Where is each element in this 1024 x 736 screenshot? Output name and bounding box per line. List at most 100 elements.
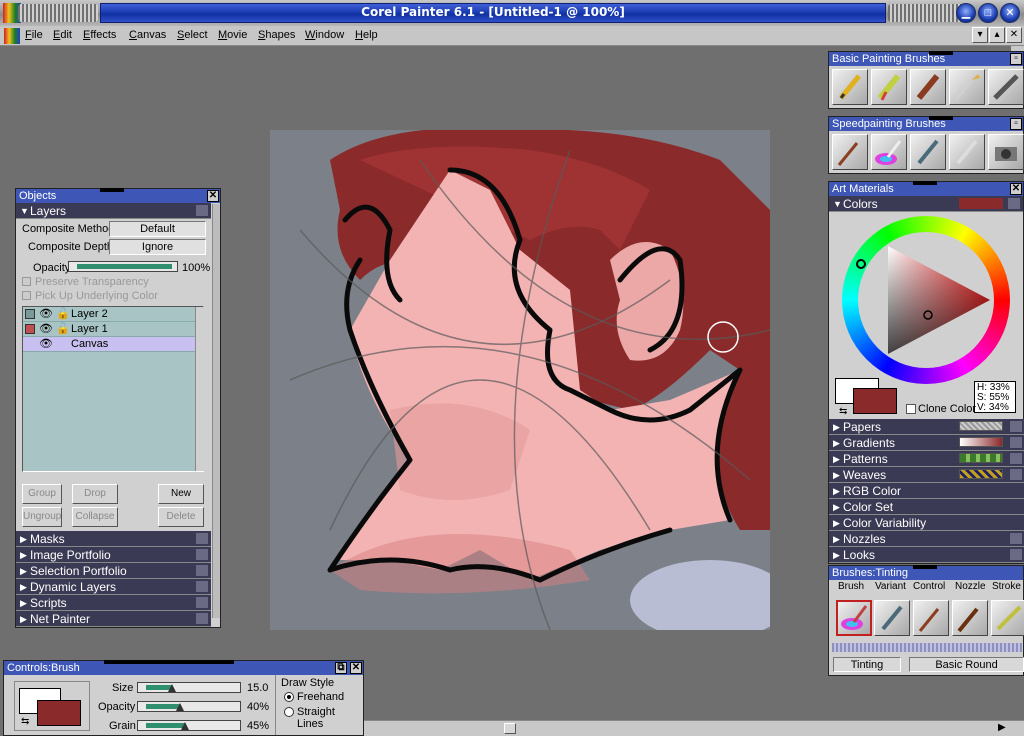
doc-icon[interactable] xyxy=(4,28,20,44)
scripts-section[interactable]: ▶ Scripts xyxy=(16,595,211,611)
pen-brush-icon[interactable] xyxy=(874,600,910,636)
menu-shapes[interactable]: Shapes xyxy=(258,29,295,41)
lock-icon[interactable]: 🔓 xyxy=(56,322,70,335)
grain-slider[interactable] xyxy=(137,720,241,731)
layers-menu-icon[interactable] xyxy=(196,205,208,216)
round-brush-icon[interactable] xyxy=(913,600,949,636)
section-menu-icon[interactable] xyxy=(1010,453,1022,464)
layer-list-scrollbar[interactable] xyxy=(195,307,204,471)
airbrush-icon[interactable] xyxy=(988,69,1024,105)
layer-row-selected[interactable]: 👁 Canvas xyxy=(23,337,198,352)
doc-close-icon[interactable]: ✕ xyxy=(1006,27,1022,43)
layers-section-header[interactable]: ▼ Layers xyxy=(16,203,211,219)
section-menu-icon[interactable] xyxy=(196,597,208,608)
brush-opacity-slider[interactable] xyxy=(137,701,241,712)
lock-icon[interactable]: 🔓 xyxy=(56,307,70,320)
drop-button[interactable]: Drop xyxy=(72,484,118,504)
section-menu-icon[interactable] xyxy=(196,581,208,592)
palette-knife-icon[interactable] xyxy=(991,600,1024,636)
section-menu-icon[interactable] xyxy=(196,533,208,544)
oil-brush-icon[interactable] xyxy=(949,69,985,105)
menu-help[interactable]: Help xyxy=(355,29,378,41)
pick-up-underlying-checkbox[interactable] xyxy=(22,291,31,300)
color-wheel[interactable] xyxy=(842,216,1010,384)
brush-opacity-thumb[interactable] xyxy=(176,703,184,711)
horizontal-scrollbar[interactable]: ▶ xyxy=(364,720,1024,736)
objects-close-icon[interactable]: ✕ xyxy=(207,190,219,202)
saturation-value-triangle[interactable] xyxy=(842,216,1010,384)
looks-section[interactable]: ▶ Looks xyxy=(829,547,1024,563)
delete-layer-button[interactable]: Delete xyxy=(158,507,204,527)
nozzles-section[interactable]: ▶ Nozzles xyxy=(829,531,1024,547)
variant-name-field[interactable]: Basic Round xyxy=(909,657,1024,672)
group-button[interactable]: Group xyxy=(22,484,62,504)
net-painter-section[interactable]: ▶ Net Painter xyxy=(16,611,211,627)
objects-palette-header[interactable]: Objects ✕ xyxy=(16,188,220,203)
selection-portfolio-section[interactable]: ▶ Selection Portfolio xyxy=(16,563,211,579)
minimize-icon[interactable]: ▁ xyxy=(956,3,976,23)
image-portfolio-section[interactable]: ▶ Image Portfolio xyxy=(16,547,211,563)
tinting-brush-selected-icon[interactable] xyxy=(836,600,872,636)
menu-select[interactable]: Select xyxy=(177,29,208,41)
layer-opacity-slider[interactable] xyxy=(68,261,178,272)
composite-depth-select[interactable]: Ignore xyxy=(109,239,206,255)
masks-section[interactable]: ▶ Masks xyxy=(16,531,211,547)
controls-primary-swatch[interactable] xyxy=(37,700,81,726)
eye-icon[interactable]: 👁 xyxy=(39,322,53,335)
controls-close-icon[interactable]: ✕ xyxy=(350,662,362,674)
controls-restore-icon[interactable]: ⧉ xyxy=(335,662,347,674)
close-icon[interactable]: ✕ xyxy=(1000,3,1020,23)
brush-tab[interactable]: Brush xyxy=(838,581,864,592)
brush-scroll-strip[interactable] xyxy=(832,643,1022,652)
oil-brush-icon[interactable] xyxy=(952,600,988,636)
pen-brush-icon[interactable] xyxy=(910,134,946,170)
eye-icon[interactable]: 👁 xyxy=(39,307,53,320)
section-menu-icon[interactable] xyxy=(1010,533,1022,544)
section-menu-icon[interactable] xyxy=(1010,549,1022,560)
size-slider[interactable] xyxy=(137,682,241,693)
stroke-tab[interactable]: Stroke xyxy=(992,581,1021,592)
section-menu-icon[interactable] xyxy=(196,565,208,576)
composite-method-select[interactable]: Default xyxy=(109,221,206,237)
menu-edit[interactable]: Edit xyxy=(53,29,72,41)
menu-canvas[interactable]: Canvas xyxy=(129,29,166,41)
colors-section-header[interactable]: ▼ Colors xyxy=(829,196,1023,212)
section-menu-icon[interactable] xyxy=(1010,421,1022,432)
palette-scrollbar[interactable] xyxy=(212,204,220,618)
swap-colors-icon[interactable]: ⇆ xyxy=(21,716,29,727)
swap-colors-icon[interactable]: ⇆ xyxy=(839,406,847,417)
preserve-transparency-checkbox[interactable] xyxy=(22,277,31,286)
art-materials-close-icon[interactable]: ✕ xyxy=(1010,183,1022,195)
ungroup-button[interactable]: Ungroup xyxy=(22,507,62,527)
menu-window[interactable]: Window xyxy=(305,29,344,41)
menu-file[interactable]: File xyxy=(25,29,43,41)
drawing-canvas[interactable] xyxy=(270,130,770,630)
layer-list[interactable]: 👁 🔓 Layer 2 👁 🔓 Layer 1 👁 Canvas xyxy=(22,306,204,472)
pencil-brush-icon[interactable] xyxy=(832,69,868,105)
nozzle-tab[interactable]: Nozzle xyxy=(955,581,986,592)
art-materials-header[interactable]: Art Materials ✕ xyxy=(829,181,1023,196)
brush-name-field[interactable]: Tinting xyxy=(833,657,901,672)
vertical-scrollbar[interactable] xyxy=(1011,46,1024,51)
layer-row[interactable]: 👁 🔓 Layer 2 xyxy=(23,307,198,322)
scroll-right-icon[interactable]: ▶ xyxy=(998,722,1006,733)
eye-icon[interactable]: 👁 xyxy=(39,337,53,350)
clone-color-checkbox[interactable] xyxy=(906,404,916,414)
straight-lines-radio[interactable] xyxy=(284,707,294,717)
new-layer-button[interactable]: New xyxy=(158,484,204,504)
menu-effects[interactable]: Effects xyxy=(83,29,116,41)
size-thumb[interactable] xyxy=(168,684,176,692)
variant-tab[interactable]: Variant xyxy=(875,581,906,592)
colors-menu-icon[interactable] xyxy=(1008,198,1020,209)
section-menu-icon[interactable] xyxy=(196,613,208,624)
collapse-button[interactable]: Collapse xyxy=(72,507,118,527)
basic-brushes-collapse-icon[interactable]: ▫ xyxy=(1010,53,1022,65)
round-brush-icon[interactable] xyxy=(832,134,868,170)
charcoal-brush-icon[interactable] xyxy=(910,69,946,105)
speedpainting-collapse-icon[interactable]: ▫ xyxy=(1010,118,1022,130)
section-menu-icon[interactable] xyxy=(1010,437,1022,448)
doc-restore-icon[interactable]: ▴ xyxy=(989,27,1005,43)
scroll-thumb[interactable] xyxy=(504,723,516,734)
color-variability-section[interactable]: ▶ Color Variability xyxy=(829,515,1024,531)
layer-row[interactable]: 👁 🔓 Layer 1 xyxy=(23,322,198,337)
